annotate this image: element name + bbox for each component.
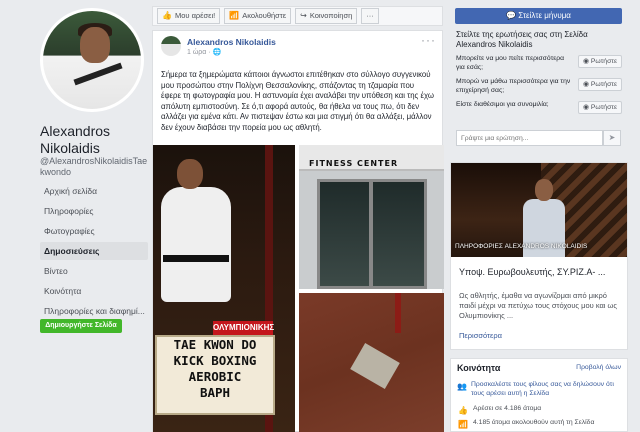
questions-box: Στείλτε της ερωτήσεις σας στη Σελίδα Ale…	[450, 28, 628, 154]
rss-icon: 📶	[229, 11, 240, 20]
ask-label: Ρωτήστε	[590, 104, 617, 111]
sign-olympic: ΟΛΥΜΠΙΟΝΙΚΗΣ	[213, 321, 274, 335]
nav-item-videos[interactable]: Βίντεο	[40, 262, 148, 280]
info-photo-caption: ΠΛΗΡΟΦΟΡΙΕΣ ALEXANDROS NIKOLAIDIS	[455, 243, 588, 250]
nav-item-community[interactable]: Κοινότητα	[40, 282, 148, 300]
sign-line: ΒΑΡΗ	[199, 385, 231, 400]
share-button[interactable]: ↪ Κοινοποίηση	[295, 8, 358, 24]
post-author-avatar[interactable]	[161, 36, 181, 56]
share-label: Κοινοποίηση	[309, 11, 353, 20]
community-title: Κοινότητα	[457, 363, 501, 373]
more-options-button[interactable]: ···	[361, 8, 379, 24]
community-row: 👥 Προσκαλέστε τους φίλους σας να δηλώσου…	[457, 381, 623, 398]
community-box: Κοινότητα Προβολή όλων 👥 Προσκαλέστε του…	[450, 358, 628, 432]
follow-button[interactable]: 📶 Ακολουθήστε	[224, 8, 292, 24]
community-row: 📶 4.185 άτομα ακολουθούν αυτή τη Σελίδα	[457, 419, 623, 431]
post-text: Σήμερα τα ξημερώματα κάποιοι άγνωστοι επ…	[161, 70, 434, 132]
question-row: Μπορείτε να μου πείτε περισσότερα για εσ…	[450, 52, 628, 75]
profile-picture[interactable]	[40, 8, 144, 112]
see-more-link[interactable]: Περισσότερα	[459, 331, 502, 340]
nav-item-posts[interactable]: Δημοσιεύσεις	[40, 242, 148, 260]
follow-label: Ακολουθήστε	[242, 11, 287, 20]
create-page-button[interactable]: Δημιουργήστε Σελίδα	[40, 319, 122, 333]
send-message-button[interactable]: 💬 Στείλτε μήνυμα	[455, 8, 622, 24]
question-row: Είστε διαθέσιμοι για συνομιλία; ◉ Ρωτήστ…	[450, 98, 628, 117]
question-text: Μπορώ να μάθω περισσότερα για την επιχεί…	[456, 78, 571, 94]
page-handle[interactable]: @AlexandrosNikolaidisTaekwondo	[40, 156, 150, 178]
gym-sign: FITNESS CENTER	[309, 159, 399, 168]
see-all-link[interactable]: Προβολή όλων	[576, 364, 621, 371]
likes-count: Αρέσει σε 4.186 άτομα	[473, 405, 542, 412]
post-time-text: 1 ώρα ·	[187, 49, 213, 56]
share-icon: ↪	[300, 11, 307, 20]
follow-icon: 📶	[458, 420, 468, 429]
messenger-icon: ◉	[583, 58, 591, 65]
sign-line: AEROBIC	[188, 369, 242, 384]
post-photo-floor[interactable]	[299, 293, 444, 432]
post-author-name[interactable]: Alexandros Nikolaidis	[187, 37, 276, 47]
followers-count: 4.185 άτομα ακολουθούν αυτή τη Σελίδα	[473, 419, 595, 426]
nav-item-home[interactable]: Αρχική σελίδα	[40, 182, 148, 200]
post-photo-grid: ΟΛΥΜΠΙΟΝΙΚΗΣ TAE KWON DO KICK BOXING AER…	[153, 145, 444, 432]
thumbs-up-icon: 👍	[162, 11, 172, 20]
info-card: ΠΛΗΡΟΦΟΡΙΕΣ ALEXANDROS NIKOLAIDIS Υποψ. …	[450, 162, 628, 350]
post-options-icon[interactable]: ···	[421, 33, 436, 47]
messenger-icon: ◉	[583, 104, 591, 111]
ask-label: Ρωτήστε	[590, 81, 617, 88]
community-row: 👍 Αρέσει σε 4.186 άτομα	[457, 405, 623, 417]
page-action-bar: 👍 Μου αρέσει! 📶 Ακολουθήστε ↪ Κοινοποίηση ·…	[152, 6, 443, 26]
ask-button[interactable]: ◉ Ρωτήστε	[578, 101, 622, 114]
like-button[interactable]: 👍 Μου αρέσει!	[157, 8, 221, 24]
left-nav: Αρχική σελίδα Πληροφορίες Φωτογραφίες Δη…	[40, 182, 148, 322]
invite-icon: 👥	[457, 382, 467, 391]
question-text: Είστε διαθέσιμοι για συνομιλία;	[456, 101, 549, 108]
questions-title: Στείλτε της ερωτήσεις σας στη Σελίδα Ale…	[456, 30, 588, 49]
send-arrow-icon[interactable]: ➤	[603, 130, 621, 146]
post-card: Alexandros Nikolaidis 1 ώρα · 🌐 ··· Σήμε…	[152, 30, 444, 432]
question-text: Μπορείτε να μου πείτε περισσότερα για εσ…	[456, 55, 565, 71]
ask-button[interactable]: ◉ Ρωτήστε	[578, 55, 622, 68]
question-row: Μπορώ να μάθω περισσότερα για την επιχεί…	[450, 75, 628, 98]
messenger-icon: 💬	[506, 11, 519, 20]
globe-icon: 🌐	[212, 49, 222, 56]
sign-board: TAE KWON DO KICK BOXING AEROBIC ΒΑΡΗ	[155, 335, 275, 415]
info-photo[interactable]: ΠΛΗΡΟΦΟΡΙΕΣ ALEXANDROS NIKOLAIDIS	[451, 163, 627, 257]
info-description: Ως αθλητής, έμαθα να αγωνίζομαι από μικρ…	[459, 291, 618, 320]
info-name: Υποψ. Ευρωβουλευτής, ΣΥ.ΡΙΖ.Α- ...	[459, 267, 606, 277]
invite-friends-link[interactable]: Προσκαλέστε τους φίλους σας να δηλώσουν …	[471, 381, 623, 398]
like-icon: 👍	[458, 406, 468, 415]
ask-label: Ρωτήστε	[590, 58, 617, 65]
nav-item-info-ads[interactable]: Πληροφορίες και διαφημί...	[40, 302, 148, 320]
page-title: Alexandros Nikolaidis	[40, 123, 111, 156]
nav-item-about[interactable]: Πληροφορίες	[40, 202, 148, 220]
post-photo-gym[interactable]: FITNESS CENTER	[299, 145, 444, 289]
sign-line: TAE KWON DO	[173, 337, 257, 352]
post-timestamp[interactable]: 1 ώρα · 🌐	[187, 48, 221, 56]
send-message-label: Στείλτε μήνυμα	[518, 11, 571, 20]
sign-line: KICK BOXING	[173, 353, 257, 368]
nav-item-photos[interactable]: Φωτογραφίες	[40, 222, 148, 240]
post-photo-main[interactable]: ΟΛΥΜΠΙΟΝΙΚΗΣ TAE KWON DO KICK BOXING AER…	[153, 145, 295, 432]
messenger-icon: ◉	[583, 81, 591, 88]
question-input[interactable]	[456, 130, 603, 146]
ask-button[interactable]: ◉ Ρωτήστε	[578, 78, 622, 91]
like-label: Μου αρέσει!	[174, 11, 216, 20]
